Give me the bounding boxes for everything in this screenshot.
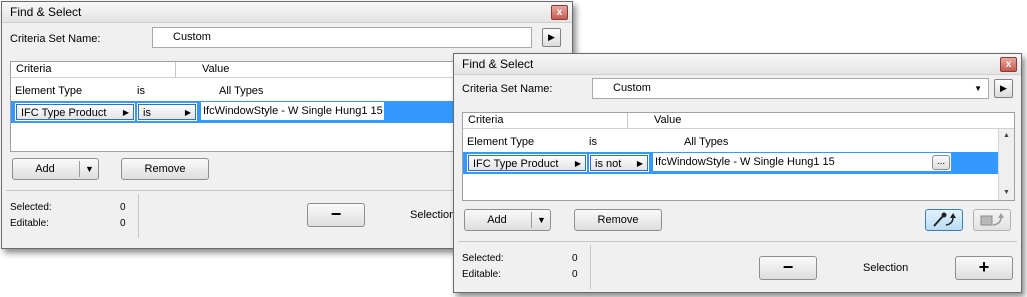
criteria-set-label: Criteria Set Name: — [10, 33, 101, 45]
pick-parameters-button[interactable] — [925, 209, 963, 231]
row-value: All Types — [219, 85, 264, 97]
dropdown-arrow-icon: ▶ — [636, 159, 643, 168]
chevron-down-icon[interactable]: ▼ — [974, 79, 982, 98]
stats-divider — [138, 194, 139, 238]
value-field-text: IfcWindowStyle - W Single Hung1 15 — [655, 156, 835, 168]
criteria-set-label: Criteria Set Name: — [462, 83, 553, 95]
scroll-down-icon[interactable]: ▼ — [999, 186, 1014, 200]
title-bar[interactable]: Find & Select x — [454, 54, 1021, 75]
table-header — [463, 113, 1014, 129]
parameter-transfer-icon — [980, 213, 1004, 226]
criteria-table: Criteria Value Element Type is All Types… — [462, 112, 1015, 201]
add-to-selection-button[interactable]: + — [955, 256, 1013, 280]
criteria-dropdown-label: IFC Type Product — [473, 158, 559, 170]
column-header-criteria[interactable]: Criteria — [468, 113, 503, 127]
add-button-label: Add — [35, 163, 55, 175]
editable-label: Editable: — [462, 269, 501, 280]
selection-label: Selection — [863, 262, 909, 274]
remove-from-selection-button[interactable]: − — [307, 203, 365, 227]
editable-count: 0 — [120, 218, 126, 229]
dropdown-arrow-icon: ▶ — [574, 159, 581, 168]
criteria-dropdown[interactable]: IFC Type Product ▶ — [15, 103, 135, 121]
remove-button[interactable]: Remove — [574, 209, 662, 231]
criteria-dropdown[interactable]: IFC Type Product ▶ — [467, 154, 587, 172]
operator-dropdown-label: is — [143, 107, 151, 119]
value-field[interactable]: IfcWindowStyle - W Single Hung1 15 — [653, 153, 951, 171]
row-criteria: Element Type — [15, 85, 83, 97]
selected-label: Selected: — [10, 202, 52, 213]
row-operator: is — [137, 85, 145, 97]
add-button[interactable]: Add ▼ — [12, 158, 99, 180]
criteria-set-value: Custom — [173, 31, 211, 43]
find-select-window-front: Find & Select x Criteria Set Name: Custo… — [453, 53, 1022, 293]
chevron-down-icon[interactable]: ▼ — [85, 159, 94, 179]
window-title: Find & Select — [462, 57, 534, 71]
add-button-label: Add — [487, 214, 507, 226]
selected-count: 0 — [120, 202, 126, 213]
criteria-set-value: Custom — [613, 82, 651, 94]
criteria-dropdown-label: IFC Type Product — [21, 107, 107, 119]
close-button[interactable]: x — [551, 5, 568, 20]
title-bar[interactable]: Find & Select x — [2, 2, 572, 23]
header-divider — [175, 62, 176, 77]
row-operator: is — [589, 136, 597, 148]
add-button[interactable]: Add ▼ — [464, 209, 551, 231]
add-button-divider — [531, 212, 532, 228]
column-header-value[interactable]: Value — [654, 113, 681, 127]
remove-button[interactable]: Remove — [121, 158, 209, 180]
value-browse-button[interactable]: ... — [932, 155, 950, 170]
editable-count: 0 — [572, 269, 578, 280]
criteria-set-combo[interactable]: Custom ▼ — [592, 78, 989, 99]
chevron-down-icon[interactable]: ▼ — [537, 210, 546, 230]
remove-from-selection-button[interactable]: − — [759, 256, 817, 280]
transfer-parameters-button[interactable] — [973, 209, 1011, 231]
value-field-text: IfcWindowStyle - W Single Hung1 15 — [203, 105, 383, 117]
scroll-up-icon[interactable]: ▲ — [999, 129, 1014, 143]
operator-dropdown[interactable]: is not ▶ — [589, 154, 649, 172]
dropdown-arrow-icon: ▶ — [184, 108, 191, 117]
column-header-value[interactable]: Value — [202, 62, 229, 76]
row-criteria: Element Type — [467, 136, 535, 148]
column-header-criteria[interactable]: Criteria — [16, 62, 51, 76]
dropdown-arrow-icon: ▶ — [122, 108, 129, 117]
editable-label: Editable: — [10, 218, 49, 229]
add-button-divider — [79, 161, 80, 177]
selected-count: 0 — [572, 253, 578, 264]
table-row[interactable]: Element Type is All Types — [463, 133, 998, 151]
selection-label: Selection — [410, 209, 456, 221]
criteria-set-combo[interactable]: Custom — [152, 27, 532, 48]
table-scrollbar[interactable]: ▲ ▼ — [998, 129, 1014, 200]
row-value: All Types — [684, 136, 729, 148]
window-title: Find & Select — [10, 5, 82, 19]
operator-dropdown[interactable]: is ▶ — [137, 103, 197, 121]
criteria-set-next-button[interactable]: ▶ — [994, 79, 1013, 98]
stats-divider — [590, 245, 591, 289]
value-field[interactable]: IfcWindowStyle - W Single Hung1 15 — [201, 102, 384, 120]
eyedropper-arrow-icon — [933, 212, 956, 227]
selected-label: Selected: — [462, 253, 504, 264]
operator-dropdown-label: is not — [595, 158, 622, 170]
bottom-divider — [458, 241, 1017, 242]
criteria-set-next-button[interactable]: ▶ — [542, 28, 561, 47]
close-button[interactable]: x — [1000, 57, 1017, 72]
header-divider — [627, 113, 628, 128]
